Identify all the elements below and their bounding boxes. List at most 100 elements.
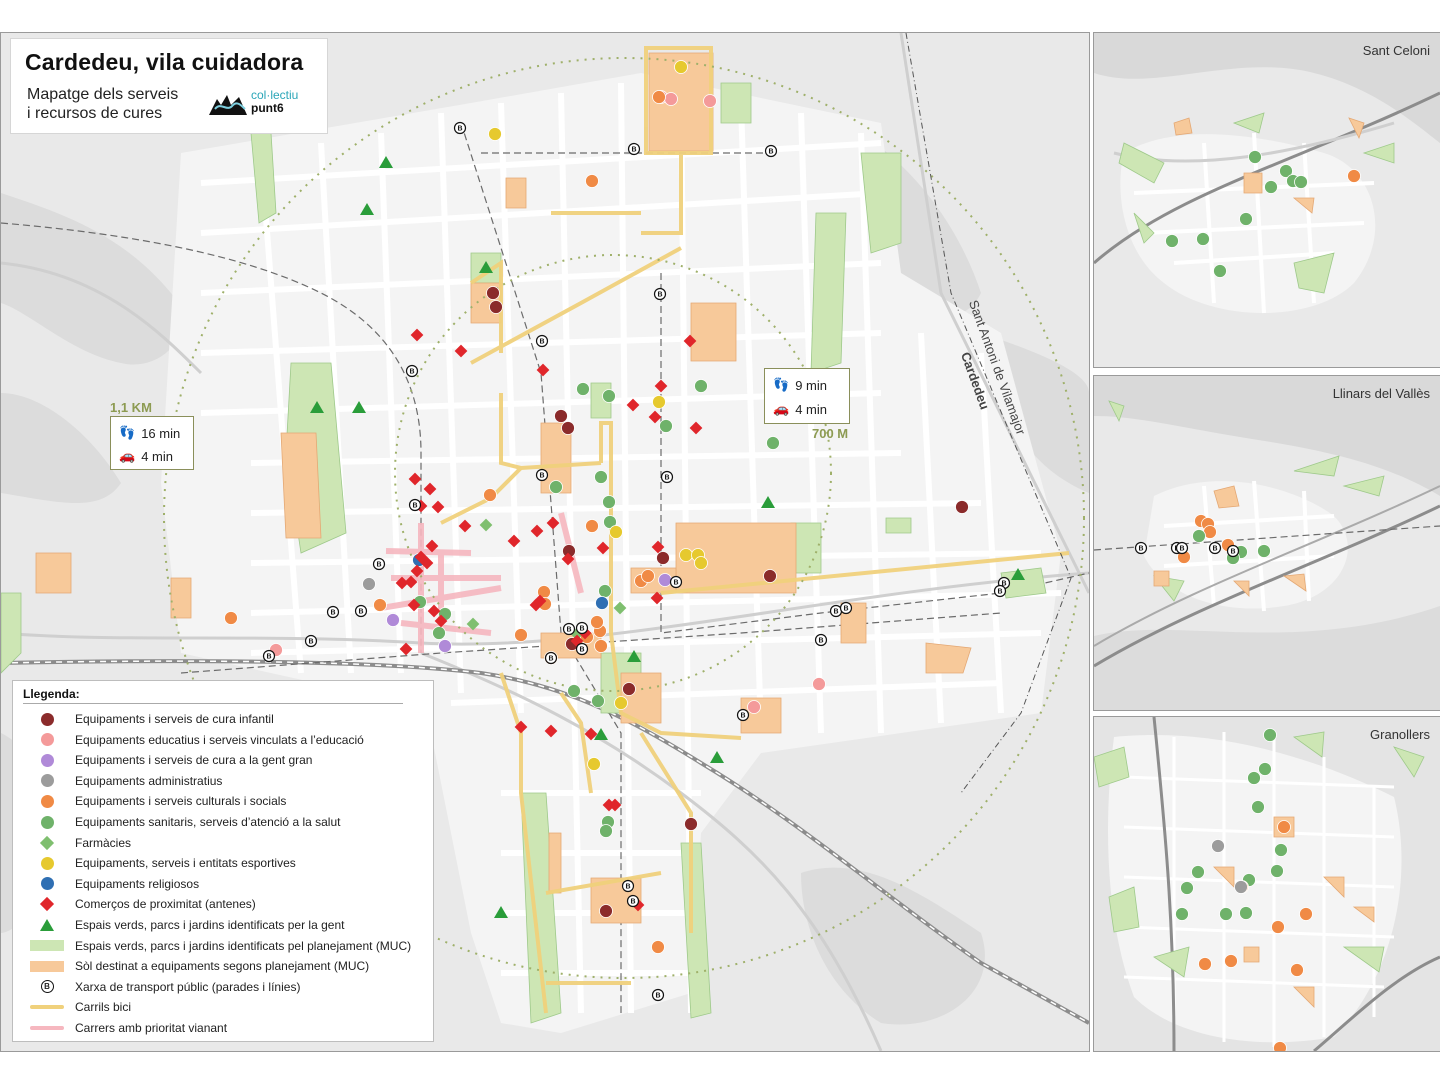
- bus-stop-icon[interactable]: B: [660, 470, 674, 484]
- bus-stop-icon[interactable]: B: [1226, 544, 1240, 558]
- green-space-marker[interactable]: [1011, 568, 1025, 580]
- cultural-marker[interactable]: [651, 940, 665, 954]
- bus-stop-icon[interactable]: B: [544, 651, 558, 665]
- health-marker[interactable]: [1191, 865, 1205, 879]
- bus-stop-icon[interactable]: B: [993, 584, 1007, 598]
- cultural-marker[interactable]: [1290, 963, 1304, 977]
- childcare-marker[interactable]: [622, 682, 636, 696]
- health-marker[interactable]: [1263, 728, 1277, 742]
- shop-marker[interactable]: [507, 534, 521, 548]
- cultural-marker[interactable]: [1299, 907, 1313, 921]
- sports-marker[interactable]: [652, 395, 666, 409]
- education-marker[interactable]: [747, 700, 761, 714]
- sports-marker[interactable]: [674, 60, 688, 74]
- shop-marker[interactable]: [546, 516, 560, 530]
- health-marker[interactable]: [1270, 864, 1284, 878]
- shop-marker[interactable]: [458, 519, 472, 533]
- shop-marker[interactable]: [530, 524, 544, 538]
- health-marker[interactable]: [1294, 175, 1308, 189]
- shop-marker[interactable]: [425, 539, 439, 553]
- bus-stop-icon[interactable]: B: [326, 605, 340, 619]
- bus-stop-icon[interactable]: B: [621, 879, 635, 893]
- cultural-marker[interactable]: [514, 628, 528, 642]
- health-marker[interactable]: [1192, 529, 1206, 543]
- health-marker[interactable]: [594, 470, 608, 484]
- religious-marker[interactable]: [595, 596, 609, 610]
- health-marker[interactable]: [1258, 762, 1272, 776]
- bus-stop-icon[interactable]: B: [1175, 541, 1189, 555]
- eldercare-marker[interactable]: [438, 639, 452, 653]
- shop-marker[interactable]: [408, 472, 422, 486]
- health-marker[interactable]: [766, 436, 780, 450]
- sports-marker[interactable]: [609, 525, 623, 539]
- education-marker[interactable]: [703, 94, 717, 108]
- cultural-marker[interactable]: [224, 611, 238, 625]
- shop-marker[interactable]: [399, 642, 413, 656]
- pharmacy-marker[interactable]: [479, 518, 493, 532]
- health-marker[interactable]: [1274, 843, 1288, 857]
- bus-stop-icon[interactable]: B: [764, 144, 778, 158]
- childcare-marker[interactable]: [955, 500, 969, 514]
- health-marker[interactable]: [694, 379, 708, 393]
- health-marker[interactable]: [1175, 907, 1189, 921]
- inset-sant-celoni[interactable]: Sant Celoni: [1093, 32, 1440, 368]
- shop-marker[interactable]: [648, 410, 662, 424]
- green-space-marker[interactable]: [627, 650, 641, 662]
- health-marker[interactable]: [1239, 906, 1253, 920]
- health-marker[interactable]: [1239, 212, 1253, 226]
- cultural-marker[interactable]: [1271, 920, 1285, 934]
- inset-granollers[interactable]: Granollers: [1093, 716, 1440, 1052]
- shop-marker[interactable]: [654, 379, 668, 393]
- admin-marker[interactable]: [1234, 880, 1248, 894]
- shop-marker[interactable]: [596, 541, 610, 555]
- health-marker[interactable]: [602, 495, 616, 509]
- bus-stop-icon[interactable]: B: [626, 894, 640, 908]
- bus-stop-icon[interactable]: B: [829, 604, 843, 618]
- cultural-marker[interactable]: [373, 598, 387, 612]
- inset-llinars[interactable]: Llinars del Vallès BBBBB: [1093, 375, 1440, 711]
- cultural-marker[interactable]: [1273, 1041, 1287, 1052]
- sports-marker[interactable]: [614, 696, 628, 710]
- health-marker[interactable]: [1257, 544, 1271, 558]
- health-marker[interactable]: [598, 584, 612, 598]
- cultural-marker[interactable]: [585, 174, 599, 188]
- shop-marker[interactable]: [454, 344, 468, 358]
- health-marker[interactable]: [567, 684, 581, 698]
- bus-stop-icon[interactable]: B: [669, 575, 683, 589]
- shop-marker[interactable]: [404, 575, 418, 589]
- bus-stop-icon[interactable]: B: [262, 649, 276, 663]
- health-marker[interactable]: [599, 824, 613, 838]
- bus-stop-icon[interactable]: B: [653, 287, 667, 301]
- bus-stop-icon[interactable]: B: [575, 621, 589, 635]
- bus-stop-icon[interactable]: B: [839, 601, 853, 615]
- green-space-marker[interactable]: [761, 496, 775, 508]
- bus-stop-icon[interactable]: B: [627, 142, 641, 156]
- bus-stop-icon[interactable]: B: [408, 498, 422, 512]
- health-marker[interactable]: [1213, 264, 1227, 278]
- sports-marker[interactable]: [488, 127, 502, 141]
- bus-stop-icon[interactable]: B: [651, 988, 665, 1002]
- shop-marker[interactable]: [544, 724, 558, 738]
- health-marker[interactable]: [1264, 180, 1278, 194]
- health-marker[interactable]: [659, 419, 673, 433]
- shop-marker[interactable]: [514, 720, 528, 734]
- cultural-marker[interactable]: [483, 488, 497, 502]
- pharmacy-marker[interactable]: [466, 617, 480, 631]
- cultural-marker[interactable]: [641, 569, 655, 583]
- bus-stop-icon[interactable]: B: [575, 642, 589, 656]
- cultural-marker[interactable]: [1224, 954, 1238, 968]
- childcare-marker[interactable]: [684, 817, 698, 831]
- eldercare-marker[interactable]: [386, 613, 400, 627]
- cultural-marker[interactable]: [1198, 957, 1212, 971]
- shop-marker[interactable]: [431, 500, 445, 514]
- health-marker[interactable]: [1219, 907, 1233, 921]
- green-space-marker[interactable]: [710, 751, 724, 763]
- education-marker[interactable]: [664, 92, 678, 106]
- cultural-marker[interactable]: [594, 639, 608, 653]
- shop-marker[interactable]: [650, 591, 664, 605]
- bus-stop-icon[interactable]: B: [736, 708, 750, 722]
- shop-marker[interactable]: [536, 363, 550, 377]
- childcare-marker[interactable]: [763, 569, 777, 583]
- bus-stop-icon[interactable]: B: [354, 604, 368, 618]
- education-marker[interactable]: [812, 677, 826, 691]
